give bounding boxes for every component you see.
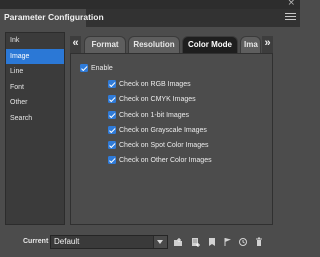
panel-menu-icon[interactable] [285, 13, 296, 22]
check-rgb-row[interactable]: Check on RGB Images [108, 79, 191, 89]
panel-title-row: Parameter Configuration [0, 9, 300, 27]
panel-top-bar: × [0, 0, 300, 9]
sidebar-item-ink[interactable]: Ink [6, 33, 64, 49]
new-folder-icon[interactable] [173, 237, 183, 247]
check-1bit-row[interactable]: Check on 1-bit Images [108, 110, 189, 120]
check-other-color-row[interactable]: Check on Other Color Images [108, 155, 212, 165]
check-grayscale-row[interactable]: Check on Grayscale Images [108, 125, 207, 135]
sidebar-item-font[interactable]: Font [6, 80, 64, 96]
check-spot-color-label: Check on Spot Color Images [119, 141, 209, 149]
check-other-color-label: Check on Other Color Images [119, 156, 212, 164]
tab-bar: « Format Resolution Color Mode Ima » [70, 36, 273, 53]
check-cmyk-label: Check on CMYK Images [119, 95, 196, 103]
sidebar-item-other[interactable]: Other [6, 95, 64, 111]
tab-scroll-left-button[interactable]: « [70, 36, 81, 53]
sidebar-item-image[interactable]: Image [6, 48, 64, 64]
check-spot-color-row[interactable]: Check on Spot Color Images [108, 140, 209, 150]
check-1bit-checkbox[interactable] [108, 111, 116, 119]
tab-image[interactable]: Ima [240, 36, 261, 53]
color-mode-panel: Enable Check on RGB Images Check on CMYK… [70, 53, 273, 225]
enable-label: Enable [91, 64, 113, 72]
tab-scroll-right-button[interactable]: » [262, 36, 273, 53]
check-rgb-label: Check on RGB Images [119, 80, 191, 88]
panel-title: Parameter Configuration [4, 12, 104, 22]
delete-icon[interactable] [254, 237, 264, 247]
panel-title-tab[interactable]: Parameter Configuration [0, 9, 104, 27]
new-set-icon[interactable] [190, 237, 200, 247]
check-1bit-label: Check on 1-bit Images [119, 111, 190, 119]
chevron-down-icon[interactable] [153, 236, 167, 248]
check-other-color-checkbox[interactable] [108, 156, 116, 164]
tab-resolution[interactable]: Resolution [128, 36, 180, 53]
check-cmyk-row[interactable]: Check on CMYK Images [108, 94, 196, 104]
enable-checkbox[interactable] [80, 64, 88, 72]
enable-checkbox-row[interactable]: Enable [80, 63, 113, 73]
save-set-icon[interactable] [207, 237, 217, 247]
check-grayscale-checkbox[interactable] [108, 126, 116, 134]
check-grayscale-label: Check on Grayscale Images [119, 126, 207, 134]
tab-color-mode[interactable]: Color Mode [182, 36, 238, 53]
sidebar-item-search[interactable]: Search [6, 111, 64, 127]
sidebar-item-line[interactable]: Line [6, 64, 64, 80]
tab-format[interactable]: Format [84, 36, 126, 53]
set-flag-icon[interactable] [223, 237, 233, 247]
current-set-select[interactable]: Default [50, 235, 168, 249]
check-cmyk-checkbox[interactable] [108, 95, 116, 103]
history-icon[interactable] [238, 237, 248, 247]
current-set-value: Default [54, 237, 80, 246]
check-spot-color-checkbox[interactable] [108, 141, 116, 149]
category-sidebar: Ink Image Line Font Other Search [5, 32, 65, 225]
check-rgb-checkbox[interactable] [108, 80, 116, 88]
close-icon[interactable]: × [287, 0, 295, 8]
